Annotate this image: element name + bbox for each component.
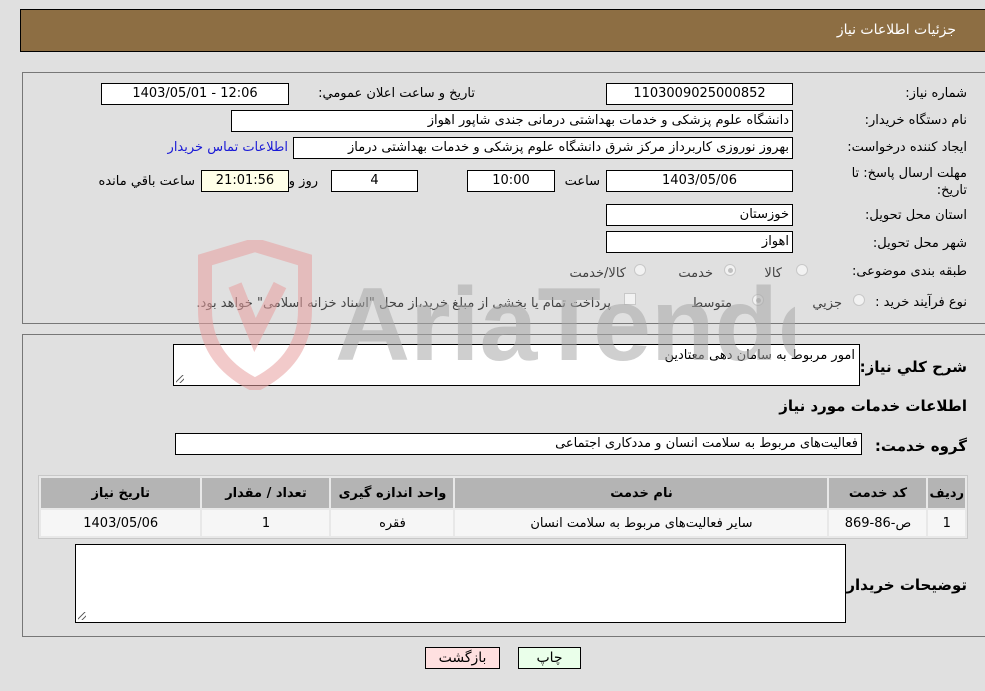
purchase-medium-radio[interactable] (752, 294, 764, 306)
col-quantity: تعداد / مقدار (202, 478, 330, 508)
service-group-label: گروه خدمت: (874, 437, 967, 455)
service-group-field[interactable]: فعالیت‌های مربوط به سلامت انسان و مددکار… (175, 433, 862, 455)
days-label: روز و (288, 174, 318, 189)
print-button[interactable]: چاپ (518, 647, 581, 669)
remaining-label: ساعت باقي مانده (98, 174, 195, 189)
province-label: استان محل تحویل: (865, 208, 967, 223)
cell-quantity: 1 (202, 510, 330, 536)
province-field[interactable]: خوزستان (606, 204, 793, 226)
buyer-notes-label: توضیحات خریدار: (840, 576, 967, 594)
deadline-label-line2: تاریخ: (936, 183, 967, 198)
category-goods-label: کالا (764, 266, 782, 281)
requester-field[interactable]: بهروز نوروزی کاربرداز مرکز شرق دانشگاه ع… (293, 137, 793, 159)
resize-handle-icon[interactable] (176, 375, 184, 383)
deadline-time-label: ساعت (564, 174, 600, 189)
treasury-note: پرداخت تمام یا بخشی از مبلغ خرید،از محل … (196, 296, 611, 311)
purchase-type-label: نوع فرآیند خرید : (875, 295, 967, 310)
buyer-org-field[interactable]: دانشگاه علوم پزشکی و خدمات بهداشتی درمان… (231, 110, 793, 132)
category-label: طبقه بندی موضوعی: (851, 264, 967, 279)
city-label: شهر محل تحویل: (872, 236, 967, 251)
back-button[interactable]: بازگشت (425, 647, 500, 669)
resize-handle-icon[interactable] (78, 612, 86, 620)
buyer-notes-textarea[interactable] (75, 544, 846, 623)
deadline-label-line1: مهلت ارسال پاسخ: تا (851, 166, 967, 181)
city-field[interactable]: اهواز (606, 231, 793, 253)
buyer-contact-link[interactable]: اطلاعات تماس خریدار (168, 140, 288, 155)
page-title: جزئیات اطلاعات نیاز (836, 22, 956, 38)
buyer-org-label: نام دستگاه خریدار: (864, 113, 967, 128)
category-goods-service-label: کالا/خدمت (569, 266, 626, 281)
deadline-time-field[interactable]: 10:00 (467, 170, 555, 192)
remaining-days-field[interactable]: 4 (331, 170, 418, 192)
remaining-time-field: 21:01:56 (201, 170, 289, 192)
purchase-minor-label: جزيي (812, 296, 842, 311)
announce-datetime-label: تاریخ و ساعت اعلان عمومي: (318, 86, 475, 101)
cell-row: 1 (928, 510, 965, 536)
col-need-date: تاریخ نیاز (41, 478, 201, 508)
col-service-name: نام خدمت (455, 478, 828, 508)
description-label: شرح کلي نیاز: (859, 358, 967, 376)
services-heading: اطلاعات خدمات مورد نیاز (779, 397, 967, 415)
purchase-minor-radio[interactable] (853, 294, 865, 306)
description-text: امور مربوط به سامان دهی معتادین (664, 348, 855, 363)
category-service-radio[interactable] (724, 264, 736, 276)
cell-need-date: 1403/05/06 (41, 510, 201, 536)
deadline-date-field[interactable]: 1403/05/06 (606, 170, 793, 192)
table-row: 1 ص-86-869 سایر فعالیت‌های مربوط به سلام… (41, 510, 965, 536)
description-textarea[interactable]: امور مربوط به سامان دهی معتادین (173, 344, 860, 386)
col-row: ردیف (928, 478, 965, 508)
page-header: جزئیات اطلاعات نیاز (20, 9, 985, 52)
treasury-checkbox[interactable] (624, 293, 636, 305)
category-goods-radio[interactable] (796, 264, 808, 276)
purchase-medium-label: متوسط (691, 296, 732, 311)
category-goods-service-radio[interactable] (634, 264, 646, 276)
cell-service-code: ص-86-869 (829, 510, 927, 536)
category-service-label: خدمت (678, 266, 713, 281)
table-header-row: ردیف کد خدمت نام خدمت واحد اندازه گیری ت… (41, 478, 965, 508)
col-service-code: کد خدمت (829, 478, 927, 508)
cell-unit: فقره (331, 510, 454, 536)
requester-label: ایجاد کننده درخواست: (847, 140, 967, 155)
col-unit: واحد اندازه گیری (331, 478, 454, 508)
need-number-field[interactable]: 1103009025000852 (606, 83, 793, 105)
cell-service-name: سایر فعالیت‌های مربوط به سلامت انسان (455, 510, 828, 536)
need-number-label: شماره نیاز: (905, 86, 967, 101)
announce-datetime-field[interactable]: 1403/05/01 - 12:06 (101, 83, 289, 105)
services-table: ردیف کد خدمت نام خدمت واحد اندازه گیری ت… (38, 475, 968, 539)
